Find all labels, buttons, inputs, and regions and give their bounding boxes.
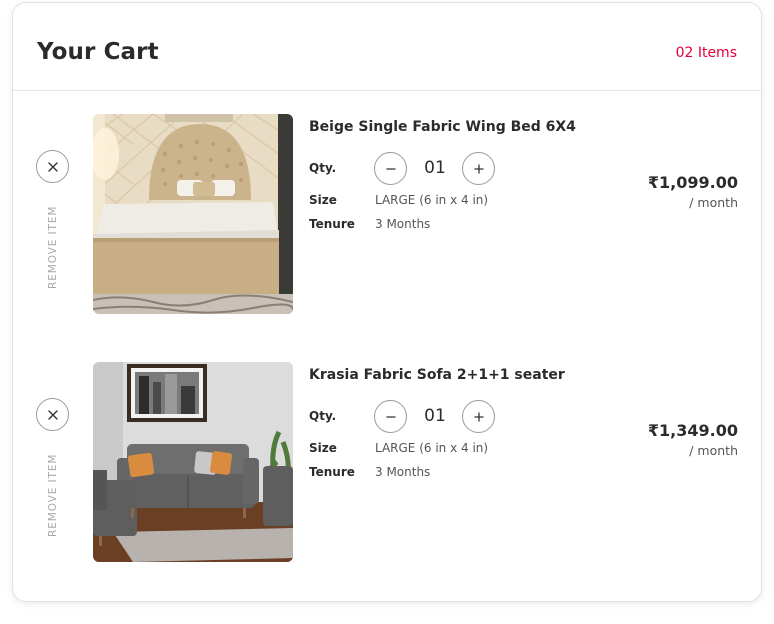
cart-item: REMOVE ITEM — [13, 362, 761, 562]
remove-item-button[interactable] — [36, 398, 69, 431]
increase-qty-button[interactable] — [462, 400, 495, 433]
cart-item: REMOVE ITEM — [13, 114, 761, 314]
minus-icon — [385, 167, 396, 170]
tenure-label: Tenure — [309, 465, 355, 479]
bed-image — [93, 114, 293, 314]
item-price: ₹1,099.00 — [647, 173, 738, 192]
qty-value: 01 — [424, 406, 446, 426]
minus-icon — [385, 415, 396, 418]
qty-label: Qty. — [309, 161, 337, 175]
decrease-qty-button[interactable] — [374, 152, 407, 185]
product-name[interactable]: Krasia Fabric Sofa 2+1+1 seater — [309, 367, 565, 383]
product-image[interactable] — [93, 114, 293, 314]
plus-icon — [473, 411, 484, 422]
remove-item-button[interactable] — [36, 150, 69, 183]
close-icon — [47, 409, 58, 420]
qty-value: 01 — [424, 158, 446, 178]
tenure-value: 3 Months — [375, 217, 431, 231]
cart-header: Your Cart 02 Items — [13, 3, 761, 91]
tenure-value: 3 Months — [375, 465, 431, 479]
close-icon — [47, 161, 58, 172]
product-image[interactable] — [93, 362, 293, 562]
sofa-image — [93, 362, 293, 562]
plus-icon — [473, 163, 484, 174]
size-value: LARGE (6 in x 4 in) — [375, 193, 489, 207]
item-count-badge: 02 Items — [675, 45, 737, 61]
price-period: / month — [689, 443, 738, 458]
remove-item-label[interactable]: REMOVE ITEM — [47, 450, 59, 540]
cart-card: Your Cart 02 Items REMOVE ITEM Beige Sin… — [12, 2, 762, 602]
page-title: Your Cart — [37, 39, 159, 65]
size-label: Size — [309, 193, 337, 207]
size-label: Size — [309, 441, 337, 455]
size-value: LARGE (6 in x 4 in) — [375, 441, 489, 455]
product-name[interactable]: Beige Single Fabric Wing Bed 6X4 — [309, 119, 576, 135]
increase-qty-button[interactable] — [462, 152, 495, 185]
decrease-qty-button[interactable] — [374, 400, 407, 433]
remove-item-label[interactable]: REMOVE ITEM — [47, 202, 59, 292]
qty-label: Qty. — [309, 409, 337, 423]
item-price: ₹1,349.00 — [647, 421, 738, 440]
price-period: / month — [689, 195, 738, 210]
tenure-label: Tenure — [309, 217, 355, 231]
